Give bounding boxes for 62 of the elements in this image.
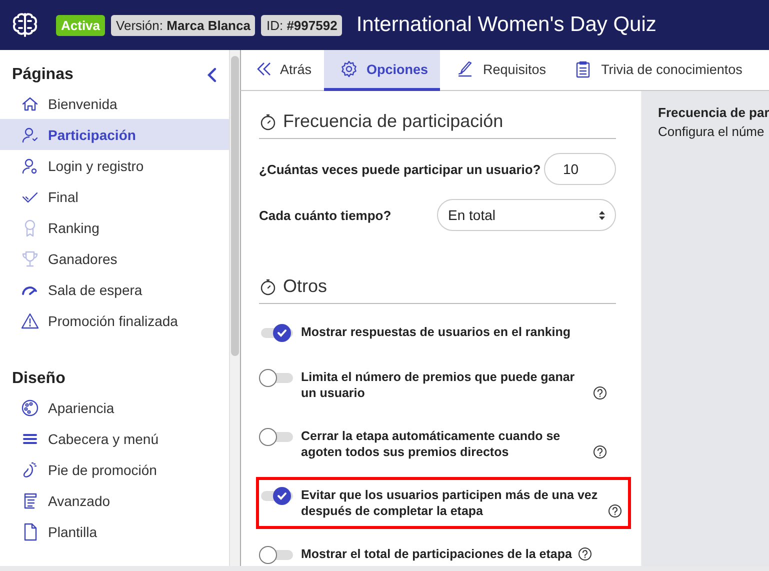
- option-label: Mostrar el total de participaciones de la etapa: [301, 546, 572, 562]
- tab[interactable]: Atrás: [241, 50, 324, 91]
- sidebar-item[interactable]: Bienvenida: [0, 88, 229, 119]
- double-chevron-icon: [257, 61, 271, 77]
- sidebar-item[interactable]: Pie de promoción: [0, 454, 229, 485]
- info-badge: Versión: Marca Blanca: [111, 14, 256, 36]
- sidebar-item[interactable]: Plantilla: [0, 516, 229, 547]
- warning-icon: [21, 312, 39, 330]
- section-heading: Otros: [283, 276, 328, 297]
- sidebar-item[interactable]: Avanzado: [0, 485, 229, 516]
- help-icon[interactable]: [593, 386, 607, 400]
- house-icon: [21, 94, 39, 112]
- option-label: Evitar que los usuarios participen más de una vez después de completar la etapa: [301, 487, 599, 519]
- stopwatch-icon: [259, 112, 277, 130]
- scrollbar-thumb[interactable]: [231, 56, 239, 356]
- sidebar-item[interactable]: Cabecera y menú: [0, 423, 229, 454]
- sidebar-item[interactable]: Ranking: [0, 212, 229, 243]
- status-badge: Activa: [56, 14, 106, 36]
- stopwatch-icon: [259, 278, 277, 296]
- info-badge: ID: #997592: [261, 14, 342, 36]
- sidebar-item[interactable]: Login y registro: [0, 150, 229, 181]
- section-heading: Páginas: [12, 66, 74, 84]
- gear-icon: [340, 60, 358, 78]
- sidebar-item[interactable]: Promoción finalizada: [0, 305, 229, 336]
- sidebar-item[interactable]: Final: [0, 181, 229, 212]
- toggle-switch[interactable]: [259, 546, 293, 564]
- trophy-icon: [21, 250, 39, 268]
- sort-arrows-icon: [599, 210, 605, 220]
- toggle-switch[interactable]: [259, 428, 293, 446]
- palette-icon: [21, 398, 39, 416]
- sidebar-item[interactable]: Participación: [0, 119, 229, 150]
- info-text: Configura el núme: [658, 124, 764, 139]
- check-icon: [277, 329, 287, 337]
- tab[interactable]: Opciones: [324, 50, 440, 91]
- collapse-icon[interactable]: [207, 67, 217, 83]
- help-icon[interactable]: [593, 445, 607, 459]
- section-heading: Frecuencia de participación: [283, 111, 504, 132]
- brain-icon: [12, 11, 38, 39]
- option-label: Mostrar respuestas de usuarios en el ranking: [301, 324, 571, 340]
- sidebar-item[interactable]: Ganadores: [0, 243, 229, 274]
- number-field[interactable]: 10: [544, 153, 616, 185]
- tab[interactable]: Trivia de conocimientos: [558, 50, 754, 91]
- select-field[interactable]: En total: [437, 199, 616, 231]
- section-heading: Diseño: [12, 370, 66, 388]
- option-label: Limita el número de premios que puede ganar un usuario: [301, 369, 576, 401]
- sidebar-item[interactable]: Apariencia: [0, 392, 229, 423]
- sidebar-item[interactable]: Sala de espera: [0, 274, 229, 305]
- user-icon: [21, 126, 39, 144]
- field-label: Cada cuánto tiempo?: [259, 208, 392, 222]
- clipboard-icon: [574, 60, 592, 78]
- page-title: International Women's Day Quiz: [356, 13, 656, 37]
- field-label: ¿Cuántas veces puede participar un usuario?: [259, 162, 541, 176]
- help-icon[interactable]: [578, 547, 592, 561]
- info-title: Frecuencia de par: [658, 105, 769, 120]
- help-icon[interactable]: [608, 504, 622, 518]
- check-icon: [277, 492, 287, 500]
- toggle-switch[interactable]: [259, 369, 293, 387]
- toggle-switch[interactable]: [259, 324, 293, 342]
- quill-icon: [456, 60, 474, 78]
- toggle-switch[interactable]: [259, 487, 293, 505]
- option-label: Cerrar la etapa automáticamente cuando se agoten todos sus premios directos: [301, 428, 562, 460]
- tab[interactable]: Requisitos: [440, 50, 558, 91]
